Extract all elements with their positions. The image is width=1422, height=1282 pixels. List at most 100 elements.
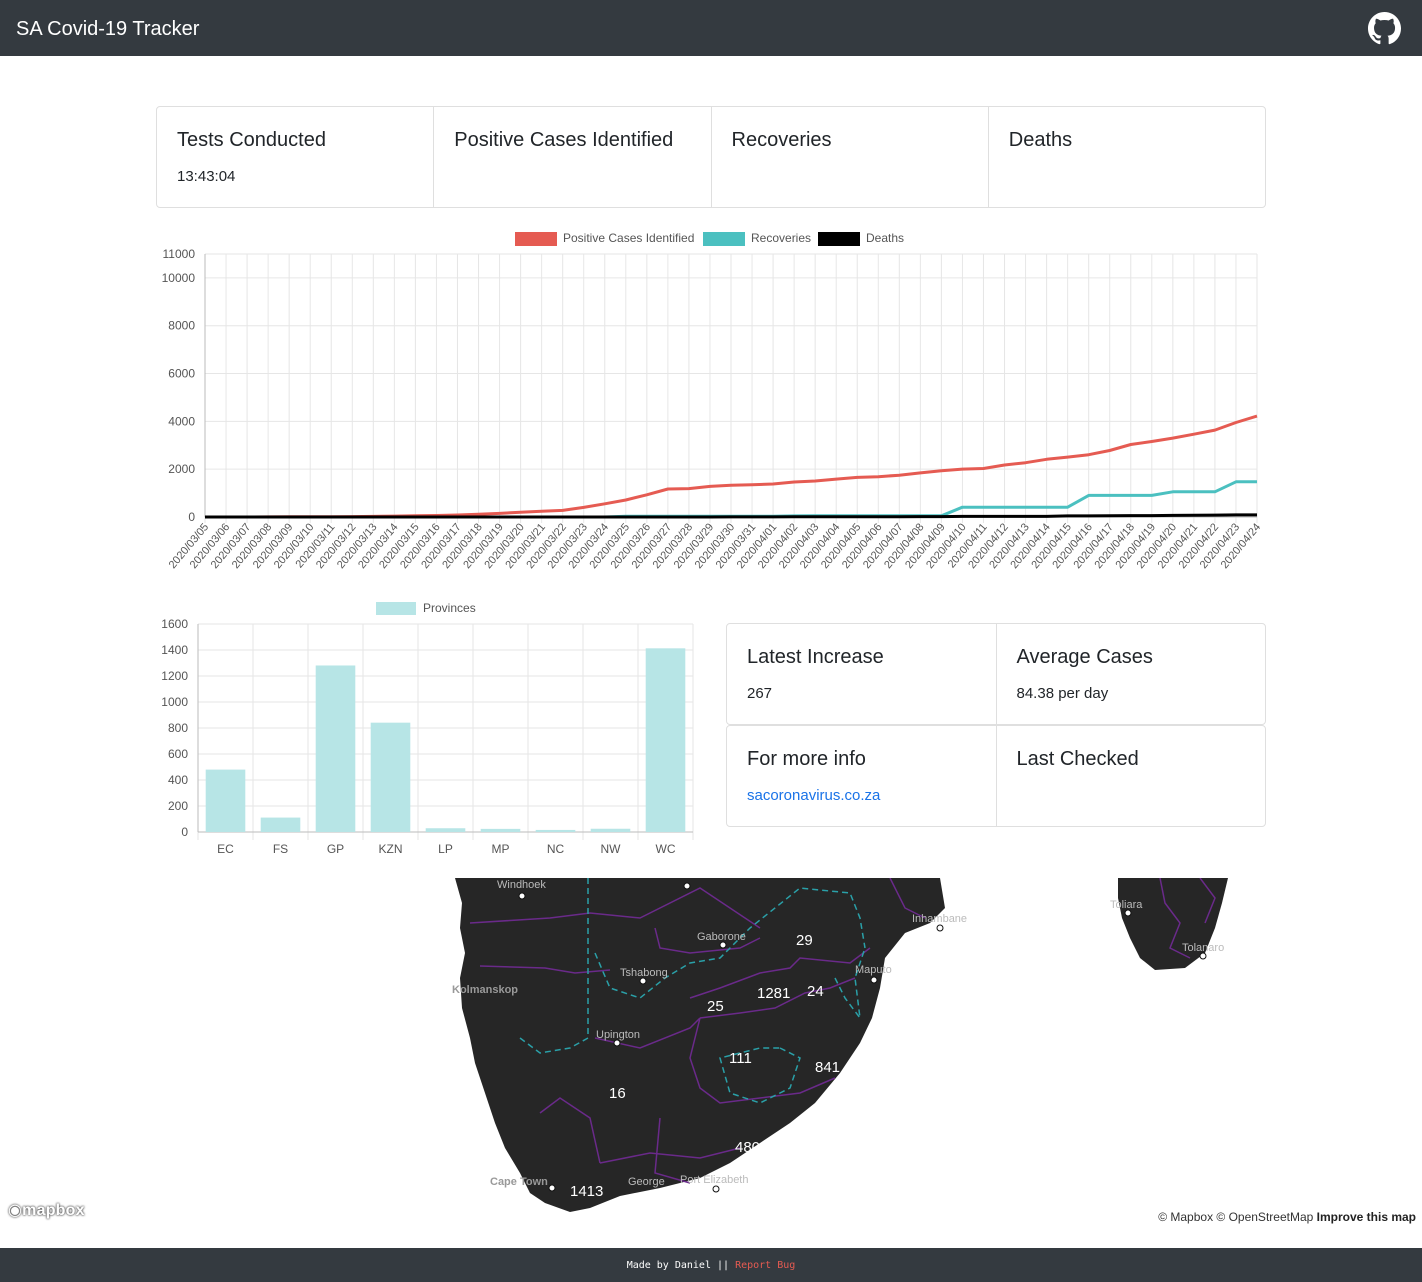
y-tick-label: 11000 bbox=[163, 247, 196, 261]
x-tick-label: EC bbox=[217, 842, 234, 856]
average-card: Average Cases 84.38 per day bbox=[997, 624, 1266, 724]
bar-nw bbox=[590, 828, 631, 832]
improve-map-link[interactable]: Improve this map bbox=[1317, 1210, 1416, 1224]
map-attribution: © Mapbox © OpenStreetMap Improve this ma… bbox=[1158, 1210, 1416, 1224]
deaths-card: Deaths bbox=[989, 107, 1265, 207]
y-tick-label: 1400 bbox=[161, 643, 188, 657]
x-tick-label: NW bbox=[601, 842, 622, 856]
city-dot-maputo bbox=[870, 976, 878, 984]
tests-value: 13:43:04 bbox=[177, 168, 236, 185]
map-count-kzn: 841 bbox=[815, 1059, 840, 1076]
latest-increase-card: Latest Increase 267 bbox=[727, 624, 997, 724]
legend-swatch bbox=[515, 232, 557, 246]
legend-label: Positive Cases Identified bbox=[563, 231, 694, 245]
map-count-wc: 1413 bbox=[570, 1183, 603, 1200]
y-tick-label: 1200 bbox=[161, 669, 188, 683]
last-checked-title: Last Checked bbox=[1016, 748, 1139, 770]
y-tick-label: 4000 bbox=[168, 414, 195, 428]
y-tick-label: 8000 bbox=[168, 319, 195, 333]
place-label-tshabong: Tshabong bbox=[620, 967, 668, 979]
map-count-nc: 16 bbox=[609, 1085, 626, 1102]
place-label-upington: Upington bbox=[596, 1029, 640, 1041]
x-tick-label: FS bbox=[273, 842, 288, 856]
map-count-nw: 25 bbox=[707, 998, 724, 1015]
y-tick-label: 600 bbox=[168, 747, 188, 761]
y-tick-label: 200 bbox=[168, 799, 188, 813]
x-tick-label: WC bbox=[656, 842, 676, 856]
legend-swatch bbox=[818, 232, 860, 246]
place-label-maputo: Maputo bbox=[855, 964, 892, 976]
legend-swatch bbox=[703, 232, 745, 246]
map-count-fs: 111 bbox=[729, 1050, 752, 1067]
place-label-george: George bbox=[628, 1176, 665, 1188]
legend-swatch bbox=[376, 602, 416, 615]
positive-card: Positive Cases Identified bbox=[434, 107, 712, 207]
legend-label: Recoveries bbox=[751, 231, 811, 245]
map-land-madagascar bbox=[1118, 878, 1228, 970]
city-dot-north bbox=[683, 882, 691, 890]
x-tick-label: KZN bbox=[379, 842, 403, 856]
y-tick-label: 6000 bbox=[168, 367, 195, 381]
city-dot-cape-town bbox=[548, 1184, 556, 1192]
last-checked-card: Last Checked bbox=[997, 726, 1266, 826]
y-tick-label: 0 bbox=[188, 510, 195, 524]
y-tick-label: 10000 bbox=[162, 271, 196, 285]
provinces-bar-chart: 0 200 400 600 800 1000 1200 1400 1600 EC FS GP KZN LP… bbox=[161, 601, 694, 856]
navbar: SA Covid-19 Tracker bbox=[0, 0, 1422, 56]
place-label-kolmanskop: Kolmanskop bbox=[452, 984, 518, 996]
x-tick-label: NC bbox=[547, 842, 565, 856]
legend-label: Provinces bbox=[423, 601, 476, 615]
y-tick-label: 0 bbox=[181, 825, 188, 839]
low-stats-group: For more info sacoronavirus.co.za Last C… bbox=[726, 725, 1266, 827]
bar-lp bbox=[425, 828, 466, 832]
y-tick-label: 1000 bbox=[161, 695, 188, 709]
provinces-map[interactable]: Windhoek Gaborone Tshabong Kolmanskop Up… bbox=[0, 878, 1422, 1228]
bar-nc bbox=[535, 829, 576, 832]
footer: Made by Daniel || Report Bug bbox=[0, 1248, 1422, 1282]
map-count-gp: 1281 bbox=[757, 985, 790, 1002]
top-stats-group: Tests Conducted 13:43:04 Positive Cases … bbox=[156, 106, 1266, 208]
place-label-inhambane: Inhambane bbox=[912, 913, 967, 925]
mid-stats-group: Latest Increase 267 Average Cases 84.38 … bbox=[726, 623, 1266, 725]
x-tick-label: GP bbox=[327, 842, 344, 856]
mapbox-logo-text: mapbox bbox=[22, 1202, 85, 1219]
city-dot-inhambane bbox=[936, 924, 944, 932]
map-count-nw-region: 29 bbox=[796, 932, 813, 949]
positive-title: Positive Cases Identified bbox=[454, 129, 674, 151]
bar-fs bbox=[260, 817, 301, 832]
x-tick-label: LP bbox=[438, 842, 453, 856]
app-title[interactable]: SA Covid-19 Tracker bbox=[16, 17, 199, 41]
y-tick-label: 2000 bbox=[168, 462, 195, 476]
map-count-ec: 480 bbox=[735, 1139, 760, 1156]
city-dot-windhoek bbox=[518, 892, 526, 900]
attribution-text[interactable]: © Mapbox © OpenStreetMap bbox=[1158, 1210, 1313, 1224]
deaths-title: Deaths bbox=[1008, 129, 1073, 151]
map-count-mp: 24 bbox=[807, 983, 824, 1000]
legend-label: Deaths bbox=[866, 231, 904, 245]
recoveries-title: Recoveries bbox=[731, 129, 832, 151]
y-tick-label: 1600 bbox=[161, 617, 188, 631]
city-dot-port-elizabeth bbox=[712, 1185, 720, 1193]
tests-card: Tests Conducted 13:43:04 bbox=[157, 107, 435, 207]
bar-mp bbox=[480, 828, 521, 832]
more-info-title: For more info bbox=[747, 748, 866, 770]
footer-made-by: Made by Daniel || bbox=[626, 1260, 730, 1271]
place-label-cape-town: Cape Town bbox=[490, 1176, 548, 1188]
report-bug-link[interactable]: Report Bug bbox=[735, 1260, 795, 1271]
latest-increase-title: Latest Increase bbox=[747, 646, 884, 668]
github-icon[interactable] bbox=[1368, 12, 1401, 45]
average-title: Average Cases bbox=[1016, 646, 1153, 668]
y-tick-label: 800 bbox=[168, 721, 188, 735]
map-canvas[interactable]: Windhoek Gaborone Tshabong Kolmanskop Up… bbox=[0, 878, 1422, 1228]
cases-line-chart: 0200040006000800010000110002020/03/05202… bbox=[162, 231, 1264, 571]
x-tick-label: MP bbox=[492, 842, 510, 856]
average-value: 84.38 per day bbox=[1016, 685, 1109, 702]
place-label-toliara: Toliara bbox=[1110, 899, 1143, 911]
recoveries-card: Recoveries bbox=[712, 107, 989, 207]
more-info-link[interactable]: sacoronavirus.co.za bbox=[747, 787, 880, 804]
tests-title: Tests Conducted bbox=[177, 129, 326, 151]
bar-ec bbox=[205, 769, 246, 832]
mapbox-logo[interactable]: ◉mapbox bbox=[8, 1200, 85, 1220]
bar-gp bbox=[315, 665, 356, 832]
place-label-port-elizabeth: Port Elizabeth bbox=[680, 1174, 748, 1186]
